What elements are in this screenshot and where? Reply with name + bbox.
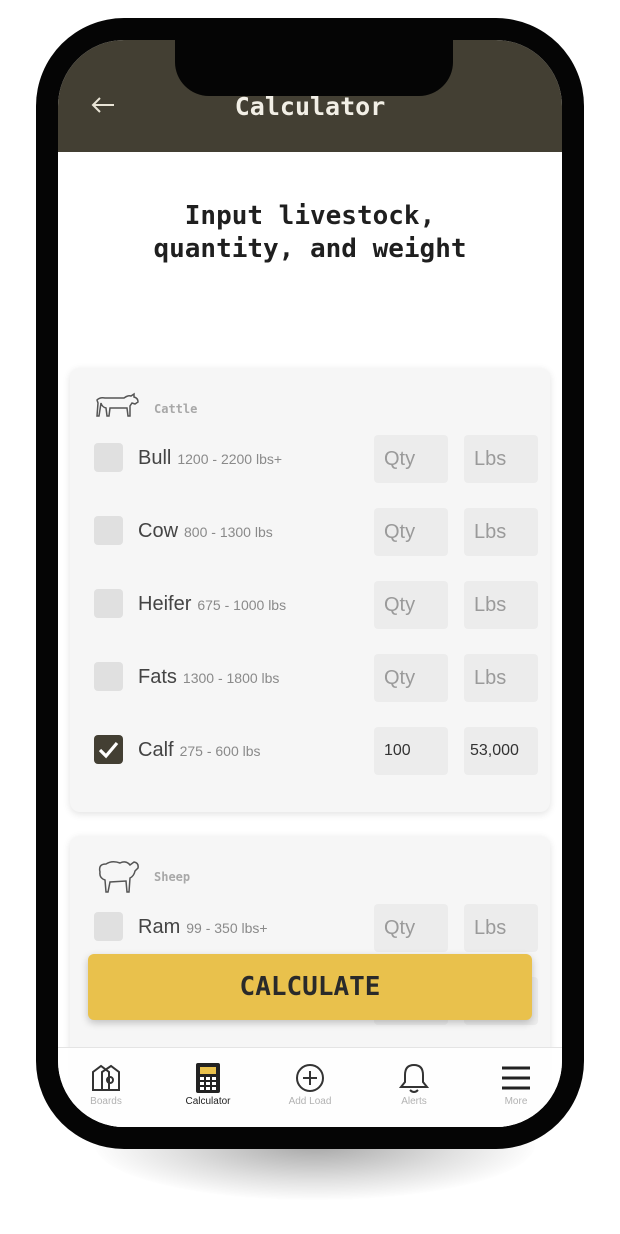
cow-checkbox[interactable] bbox=[94, 516, 123, 545]
livestock-row-ram: Ram 99 - 350 lbs+ bbox=[70, 904, 550, 952]
category-label-cattle: Cattle bbox=[154, 402, 198, 416]
livestock-row-bull: Bull 1200 - 2200 lbs+ bbox=[70, 435, 550, 483]
cattle-card: Cattle Bull 1200 - 2200 lbs+ Cow 800 - 130… bbox=[70, 368, 550, 812]
phone-notch bbox=[175, 40, 453, 96]
weight-range: 275 - 600 lbs bbox=[179, 743, 261, 759]
livestock-label: Bull 1200 - 2200 lbs+ bbox=[138, 447, 282, 470]
tab-alerts[interactable]: Alerts bbox=[374, 1062, 454, 1107]
livestock-name: Cow bbox=[138, 520, 179, 542]
checkmark-icon bbox=[98, 741, 119, 759]
weight-range: 99 - 350 lbs+ bbox=[186, 920, 268, 936]
sheep-icon bbox=[98, 860, 139, 893]
fats-checkbox[interactable] bbox=[94, 662, 123, 691]
instruction-line-2: quantity, and weight bbox=[153, 234, 467, 264]
weight-range: 1200 - 2200 lbs+ bbox=[177, 451, 283, 467]
tab-label: Boards bbox=[90, 1096, 122, 1107]
tab-label: More bbox=[504, 1096, 528, 1107]
livestock-label: Calf 275 - 600 lbs bbox=[138, 739, 261, 762]
qty-input[interactable] bbox=[374, 727, 448, 775]
livestock-row-cow: Cow 800 - 1300 lbs bbox=[70, 508, 550, 556]
tab-boards[interactable]: Boards bbox=[66, 1062, 146, 1107]
instruction-heading: Input livestock, quantity, and weight bbox=[58, 200, 562, 266]
phone-frame: Calculator Input livestock, quantity, an… bbox=[36, 18, 584, 1149]
livestock-name: Fats bbox=[138, 666, 177, 688]
bottom-tab-bar: Boards Calculator Add Load Alerts More bbox=[58, 1047, 562, 1127]
livestock-label: Heifer 675 - 1000 lbs bbox=[138, 593, 286, 616]
calculate-button[interactable]: CALCULATE bbox=[88, 954, 532, 1020]
menu-icon bbox=[502, 1066, 530, 1090]
cow-icon bbox=[96, 392, 139, 417]
page-title: Calculator bbox=[234, 92, 386, 121]
livestock-name: Calf bbox=[138, 739, 174, 761]
tab-calculator[interactable]: Calculator bbox=[168, 1062, 248, 1107]
heifer-checkbox[interactable] bbox=[94, 589, 123, 618]
livestock-label: Ram 99 - 350 lbs+ bbox=[138, 916, 268, 939]
bull-checkbox[interactable] bbox=[94, 443, 123, 472]
lbs-input[interactable] bbox=[464, 654, 538, 702]
livestock-label: Fats 1300 - 1800 lbs bbox=[138, 666, 279, 689]
lbs-input[interactable] bbox=[464, 581, 538, 629]
tab-more[interactable]: More bbox=[476, 1062, 556, 1107]
qty-input[interactable] bbox=[374, 508, 448, 556]
tab-add-load[interactable]: Add Load bbox=[270, 1062, 350, 1107]
boards-icon bbox=[92, 1064, 120, 1091]
weight-range: 675 - 1000 lbs bbox=[197, 597, 287, 613]
tab-label: Alerts bbox=[401, 1096, 427, 1107]
qty-input[interactable] bbox=[374, 654, 448, 702]
ram-checkbox[interactable] bbox=[94, 912, 123, 941]
instruction-line-1: Input livestock, bbox=[184, 201, 436, 231]
add-circle-icon bbox=[296, 1064, 324, 1092]
livestock-row-calf: Calf 275 - 600 lbs bbox=[70, 727, 550, 775]
calculator-icon bbox=[196, 1063, 220, 1093]
livestock-name: Ram bbox=[138, 916, 181, 938]
tab-label: Calculator bbox=[185, 1096, 231, 1107]
lbs-input[interactable] bbox=[464, 727, 538, 775]
livestock-name: Heifer bbox=[138, 593, 192, 615]
qty-input[interactable] bbox=[374, 435, 448, 483]
bell-icon bbox=[399, 1063, 429, 1093]
category-label-sheep: Sheep bbox=[154, 870, 191, 884]
livestock-row-fats: Fats 1300 - 1800 lbs bbox=[70, 654, 550, 702]
livestock-label: Cow 800 - 1300 lbs bbox=[138, 520, 273, 543]
lbs-input[interactable] bbox=[464, 904, 538, 952]
qty-input[interactable] bbox=[374, 581, 448, 629]
calf-checkbox[interactable] bbox=[94, 735, 123, 764]
livestock-name: Bull bbox=[138, 447, 172, 469]
livestock-row-heifer: Heifer 675 - 1000 lbs bbox=[70, 581, 550, 629]
weight-range: 1300 - 1800 lbs bbox=[182, 670, 280, 686]
app-screen: Calculator Input livestock, quantity, an… bbox=[58, 40, 562, 1127]
weight-range: 800 - 1300 lbs bbox=[184, 524, 273, 540]
qty-input[interactable] bbox=[374, 904, 448, 952]
tab-label: Add Load bbox=[288, 1096, 332, 1107]
lbs-input[interactable] bbox=[464, 435, 538, 483]
lbs-input[interactable] bbox=[464, 508, 538, 556]
